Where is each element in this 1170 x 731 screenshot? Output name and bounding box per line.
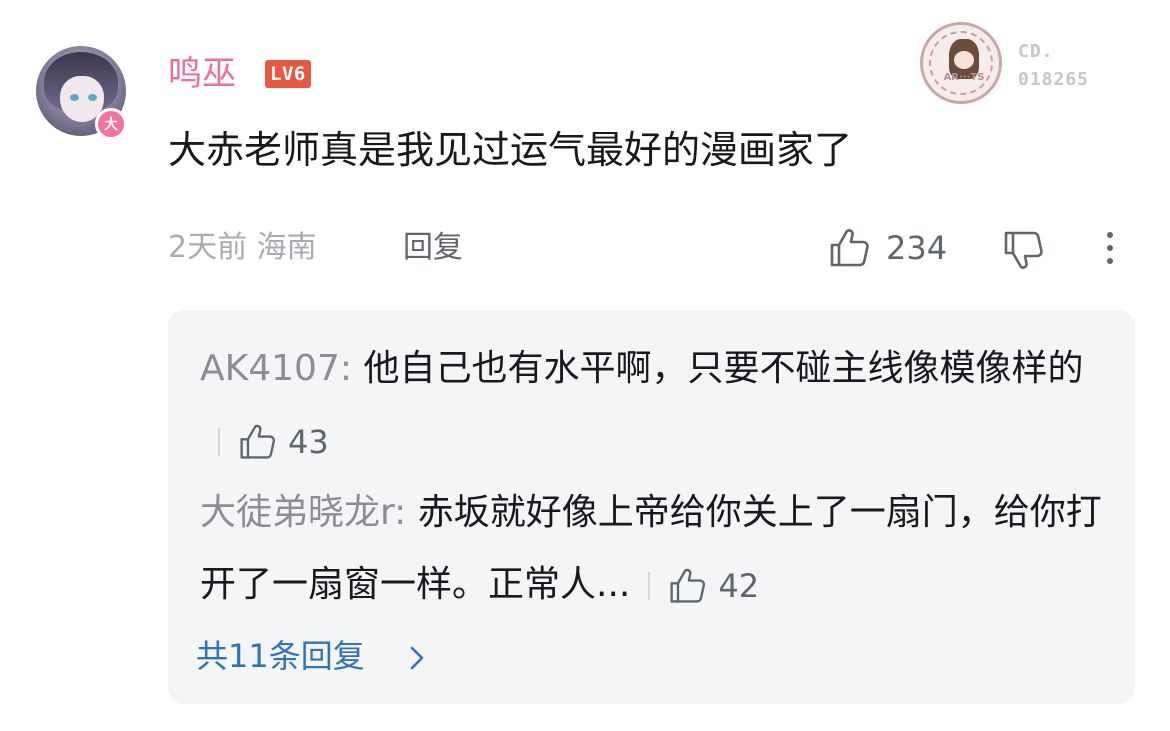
fan-badge-character-face	[954, 51, 974, 69]
reply-author[interactable]: 大徒弟晓龙r	[200, 492, 394, 533]
fan-badge-label: CD.	[1018, 41, 1054, 62]
reply-like-count: 43	[288, 423, 329, 461]
vip-badge: 大	[95, 108, 127, 140]
level-badge: LV6	[265, 60, 311, 88]
comment-location: 海南	[256, 230, 317, 265]
reply-text: 他自己也有水平啊，只要不碰主线像模像样的	[363, 348, 1084, 389]
reply-like-count: 42	[718, 567, 760, 605]
more-options-button[interactable]	[1096, 228, 1124, 268]
username[interactable]: 鸣巫	[168, 52, 236, 96]
more-dot	[1107, 232, 1113, 238]
reply-colon: :	[339, 348, 364, 389]
thumbs-up-icon[interactable]	[238, 422, 278, 462]
reply-author[interactable]: AK4107	[200, 348, 340, 389]
fan-badge-emblem-text: AR···TS	[943, 72, 985, 83]
reply-item[interactable]: 大徒弟晓龙r: 赤坂就好像上帝给你关上了一扇门，给你打开了一扇窗一样。正常人..…	[200, 477, 1110, 622]
thumbs-down-icon[interactable]	[1002, 228, 1048, 272]
view-all-replies-link[interactable]: 共11条回复	[196, 636, 365, 676]
reply-button[interactable]: 回复	[403, 228, 463, 268]
fan-badge-emblem[interactable]: AR···TS	[920, 22, 1002, 104]
thumbs-up-icon[interactable]	[668, 566, 708, 606]
comment-page: 大 鸣巫 LV6 AR···TS CD. 018265 大赤老师真是我见过运气最…	[0, 0, 1170, 731]
more-dot	[1107, 258, 1113, 264]
like-count: 234	[886, 229, 948, 267]
fan-badge-number: CD. 018265	[1018, 38, 1089, 94]
chevron-right-icon[interactable]	[408, 645, 426, 671]
avatar-eye	[88, 94, 97, 101]
divider	[218, 428, 220, 456]
fan-badge-serial: 018265	[1018, 69, 1090, 90]
comment-meta: 2天前 海南	[168, 228, 317, 268]
reply-item[interactable]: AK4107: 他自己也有水平啊，只要不碰主线像模像样的 43	[200, 333, 1110, 478]
comment-time: 2天前	[168, 230, 248, 265]
reply-like[interactable]: 42	[668, 550, 759, 622]
avatar-eye	[70, 94, 79, 101]
divider	[648, 572, 651, 600]
reply-like[interactable]: 43	[238, 406, 329, 478]
reply-colon: :	[394, 492, 418, 533]
thumbs-up-icon[interactable]	[828, 226, 872, 270]
more-dot	[1107, 245, 1113, 251]
comment-text: 大赤老师真是我见过运气最好的漫画家了	[168, 128, 853, 172]
